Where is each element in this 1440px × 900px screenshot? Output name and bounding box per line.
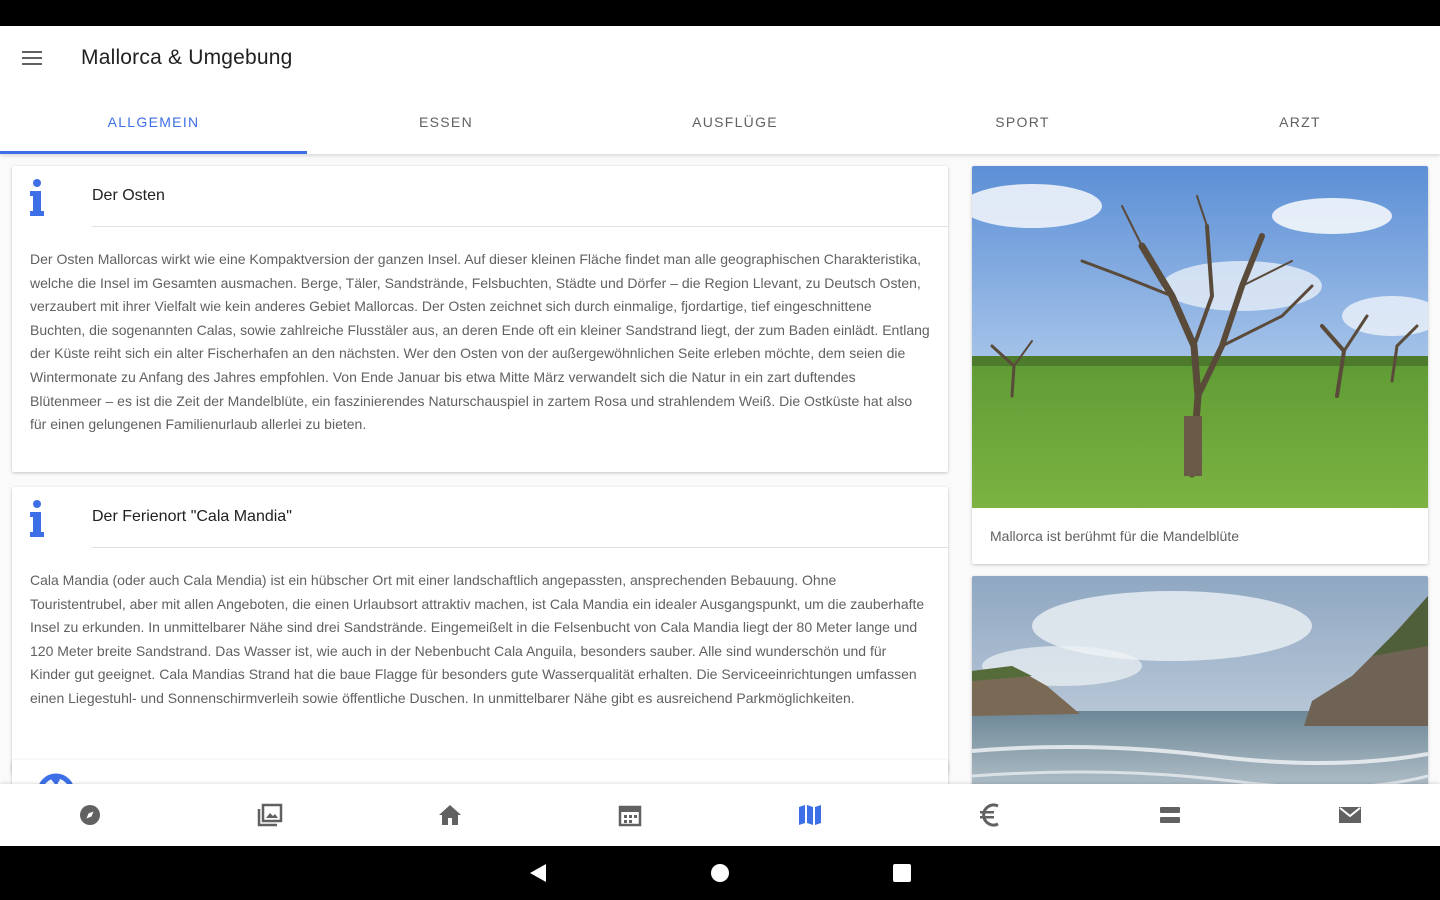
- bottom-navigation: [0, 784, 1440, 846]
- info-card: [12, 760, 948, 784]
- card-title: Der Ferienort "Cala Mandia": [92, 508, 292, 525]
- mail-icon[interactable]: [1336, 801, 1364, 829]
- calendar-icon[interactable]: [616, 801, 644, 829]
- menu-icon[interactable]: [14, 44, 50, 72]
- map-icon[interactable]: [796, 801, 824, 829]
- photo-caption: Mallorca ist berühmt für die Mandelblüte: [990, 528, 1240, 544]
- home-circle-icon[interactable]: [708, 861, 732, 885]
- status-bar: [0, 0, 1440, 26]
- photo-library-icon[interactable]: [256, 801, 284, 829]
- bay-photo: [972, 576, 1428, 784]
- divider: [92, 547, 948, 548]
- system-navigation-bar: [0, 846, 1440, 900]
- back-icon[interactable]: [526, 861, 550, 885]
- info-icon: [30, 500, 44, 537]
- divider: [92, 226, 948, 227]
- storage-icon[interactable]: [1156, 801, 1184, 829]
- card-title: Der Osten: [92, 187, 165, 204]
- tab-bar: ALLGEMEIN ESSEN AUSFLÜGE SPORT ARZT: [0, 90, 1440, 154]
- info-card: Der Ferienort "Cala Mandia" Cala Mandia …: [12, 487, 948, 773]
- tab-sport[interactable]: SPORT: [885, 90, 1160, 154]
- photo-card: [972, 576, 1428, 784]
- euro-icon[interactable]: [976, 801, 1004, 829]
- compass-icon[interactable]: [76, 801, 104, 829]
- card-text: Der Osten Mallorcas wirkt wie eine Kompa…: [30, 251, 930, 433]
- card-text: Cala Mandia (oder auch Cala Mendia) ist …: [30, 572, 925, 706]
- app-bar: Mallorca & Umgebung ALLGEMEIN ESSEN AUSF…: [0, 26, 1440, 154]
- content-area[interactable]: Der Osten Der Osten Mallorcas wirkt wie …: [0, 154, 1440, 784]
- info-icon: [30, 179, 44, 216]
- recents-icon[interactable]: [890, 861, 914, 885]
- tab-ausfluege[interactable]: AUSFLÜGE: [585, 90, 885, 154]
- page-title: Mallorca & Umgebung: [81, 46, 293, 69]
- info-card: Der Osten Der Osten Mallorcas wirkt wie …: [12, 166, 948, 472]
- tab-essen[interactable]: ESSEN: [307, 90, 585, 154]
- almond-tree-photo: [972, 166, 1428, 508]
- active-tab-indicator: [0, 151, 307, 154]
- tab-arzt[interactable]: ARZT: [1160, 90, 1440, 154]
- app-window: Mallorca & Umgebung ALLGEMEIN ESSEN AUSF…: [0, 26, 1440, 846]
- home-icon[interactable]: [436, 801, 464, 829]
- globe-icon: [39, 773, 73, 784]
- tab-allgemein[interactable]: ALLGEMEIN: [0, 90, 307, 154]
- photo-card: Mallorca ist berühmt für die Mandelblüte: [972, 166, 1428, 564]
